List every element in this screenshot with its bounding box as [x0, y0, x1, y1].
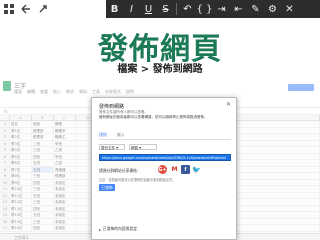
- gear-icon[interactable]: ⚙: [264, 4, 281, 15]
- toolbar-left-group: [2, 1, 50, 16]
- bold-button[interactable]: B: [106, 4, 123, 15]
- top-toolbar: B I U S ↶ { } ⇥ ⇤ ✎ ⚙ ✕: [0, 0, 320, 18]
- format-select-value: 網頁: [131, 146, 138, 150]
- dialog-note: 擁有網址的使用者都可以查看網頁，您可以隨時停止發佈或取消發佈。: [99, 115, 208, 119]
- share-label: 透過社群網站分享連結：: [99, 168, 141, 173]
- fullscreen-icon[interactable]: [36, 1, 50, 16]
- publish-button[interactable]: 已發佈: [99, 184, 115, 191]
- format-toolbar: B I U S ↶ { } ⇥ ⇤ ✎ ⚙ ✕: [106, 0, 320, 18]
- chevron-down-icon: ▾: [139, 145, 142, 150]
- facebook-icon[interactable]: f: [181, 165, 190, 174]
- chevron-down-icon: ▾: [116, 145, 119, 150]
- published-url-field[interactable]: https://docs.google.com/spreadsheets/d/e…: [99, 154, 231, 161]
- back-icon[interactable]: [19, 1, 33, 16]
- sheet-select-value: 整份文件: [101, 146, 115, 150]
- chevron-right-icon: ▸: [99, 226, 101, 232]
- underline-button[interactable]: U: [140, 4, 157, 15]
- close-icon[interactable]: ✕: [281, 4, 298, 15]
- tab-divider: [99, 139, 231, 140]
- undo-icon[interactable]: ↶: [179, 4, 196, 15]
- grid-icon[interactable]: [2, 1, 16, 16]
- outdent-icon[interactable]: ⇤: [230, 4, 247, 15]
- published-content-label: 已發佈的內容與設定: [102, 226, 138, 231]
- publish-dialog: 發佈到網路 ✕ 發佈文件讓所有人都可以查看。 擁有網址的使用者都可以查看網頁，您…: [91, 97, 237, 240]
- indent-icon[interactable]: ⇥: [213, 4, 230, 15]
- format-select[interactable]: 網頁 ▾: [129, 144, 157, 150]
- gmail-icon[interactable]: M: [170, 165, 179, 174]
- toolbar-divider: [176, 3, 177, 15]
- twitter-icon[interactable]: 🐦: [192, 165, 201, 174]
- dialog-title: 發佈到網路: [99, 104, 125, 110]
- sheet-select[interactable]: 整份文件 ▾: [99, 144, 125, 150]
- strikethrough-button[interactable]: S: [157, 4, 174, 15]
- pencil-icon[interactable]: ✎: [247, 4, 264, 15]
- published-content-toggle[interactable]: ▸ 已發佈的內容與設定: [99, 226, 137, 232]
- publish-hint: 注意：檢視者可能可以在發佈的頁面中看到原始文件。: [99, 178, 176, 182]
- braces-icon[interactable]: { }: [196, 4, 213, 15]
- menu-path: 檔案 > 發佈到網路: [117, 64, 203, 75]
- google-plus-icon[interactable]: G+: [158, 165, 167, 174]
- close-icon[interactable]: ✕: [226, 101, 231, 108]
- italic-button[interactable]: I: [123, 4, 140, 15]
- page: B I U S ↶ { } ⇥ ⇤ ✎ ⚙ ✕ 發佈網頁 檔案 > 發佈到網路 …: [0, 0, 320, 240]
